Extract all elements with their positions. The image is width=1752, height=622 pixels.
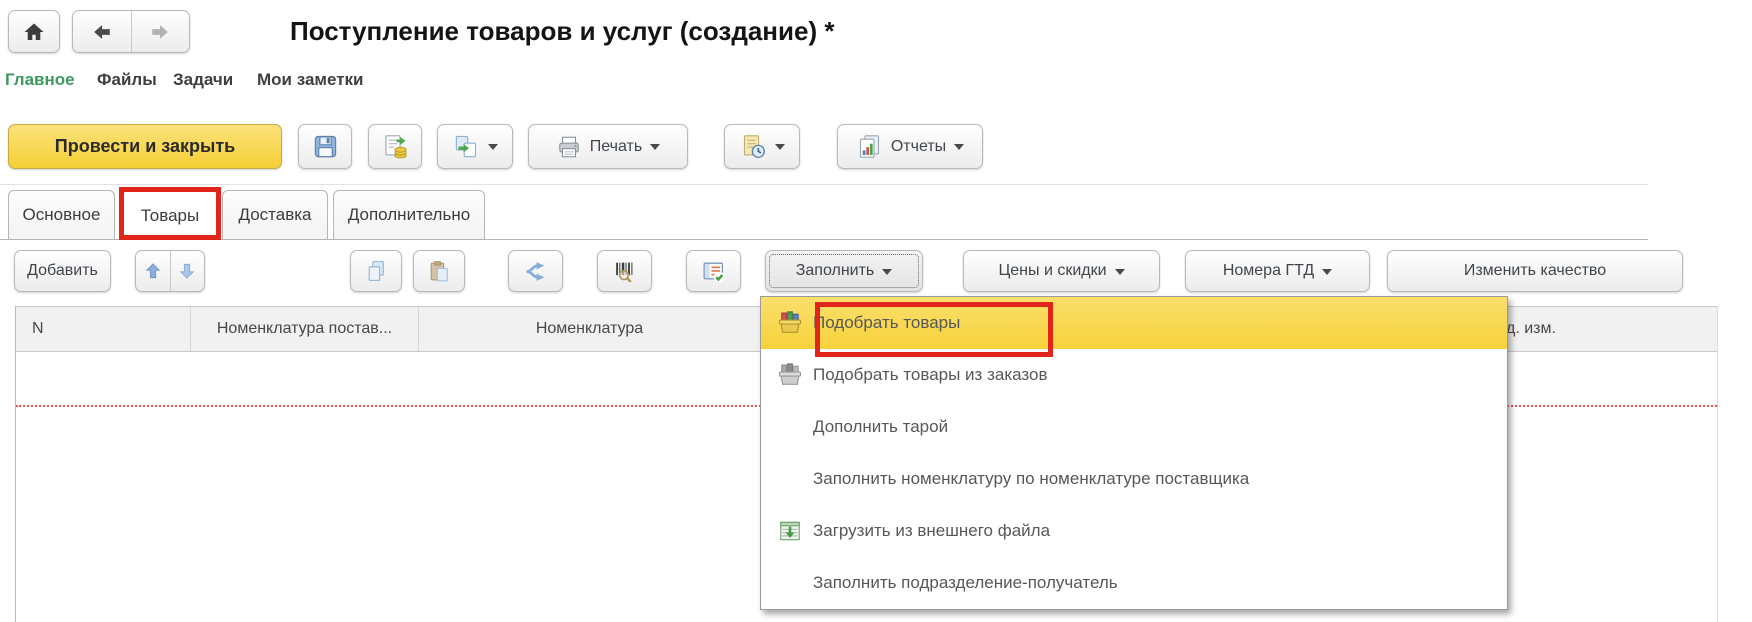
back-arrow-icon [91, 21, 113, 43]
post-and-close-label: Провести и закрыть [55, 136, 235, 157]
menu-item-zapolnit-nomenklaturu[interactable]: Заполнить номенклатуру по номенклатуре п… [761, 453, 1507, 505]
reports-button[interactable]: Отчеты [837, 124, 983, 169]
menu-item-label: Подобрать товары из заказов [813, 365, 1047, 385]
document-clock-icon [740, 133, 767, 160]
form-window: Поступление товаров и услуг (создание) *… [0, 0, 1752, 622]
add-row-label: Добавить [27, 262, 98, 280]
fill-menu-button[interactable]: Заполнить [765, 250, 923, 292]
section-item-glavnoe[interactable]: Главное [5, 70, 75, 90]
column-header-n[interactable]: N [16, 307, 191, 351]
menu-item-podobrat-tovary[interactable]: Подобрать товары [761, 297, 1507, 349]
prices-discounts-label: Цены и скидки [998, 262, 1106, 280]
column-label: N [32, 320, 44, 338]
gtd-numbers-label: Номера ГТД [1223, 262, 1314, 280]
section-item-zadachi[interactable]: Задачи [173, 70, 233, 90]
page-title: Поступление товаров и услуг (создание) * [290, 16, 834, 47]
tab-dostavka[interactable]: Доставка [222, 190, 328, 239]
table-check-icon [701, 259, 726, 284]
tab-label: Дополнительно [348, 205, 470, 225]
print-button[interactable]: Печать [528, 124, 688, 169]
tab-label: Основное [23, 205, 101, 225]
create-based-on-button[interactable] [437, 124, 513, 169]
forward-arrow-icon [149, 21, 171, 43]
change-quality-label: Изменить качество [1464, 262, 1606, 280]
add-row-button[interactable]: Добавить [14, 250, 111, 292]
copy-row-button[interactable] [350, 250, 402, 292]
gtd-numbers-button[interactable]: Номера ГТД [1185, 250, 1370, 292]
create-based-on-icon [453, 133, 480, 160]
fill-dropdown-menu: Подобрать товары Подобрать товары из зак… [760, 296, 1508, 610]
column-label: Номенклатура постав... [217, 320, 392, 338]
menu-item-label: Загрузить из внешнего файла [813, 521, 1050, 541]
empty-icon-slot [775, 568, 805, 598]
prices-discounts-button[interactable]: Цены и скидки [963, 250, 1160, 292]
save-icon [312, 133, 339, 160]
printer-icon [556, 134, 582, 160]
column-header-nomen-postav[interactable]: Номенклатура постав... [191, 307, 419, 351]
move-row-down-button[interactable] [171, 251, 205, 291]
chevron-down-icon [650, 144, 660, 155]
forward-button[interactable] [132, 11, 190, 52]
menu-item-label: Заполнить номенклатуру по номенклатуре п… [813, 469, 1249, 489]
tabstrip-baseline [0, 239, 1648, 240]
toolbar-separator [0, 184, 1648, 185]
post-document-button[interactable] [368, 124, 422, 169]
goods-box-color-icon [775, 308, 805, 338]
fill-table-button[interactable] [686, 250, 741, 292]
print-label: Печать [590, 138, 642, 156]
paste-row-button[interactable] [413, 250, 465, 292]
fill-menu-label: Заполнить [796, 262, 875, 280]
column-header-nomenklatura[interactable]: Номенклатура [419, 307, 761, 351]
tab-osnovnoe[interactable]: Основное [8, 190, 115, 239]
menu-item-zagruzit-iz-fayla[interactable]: Загрузить из внешнего файла [761, 505, 1507, 557]
split-arrows-icon [523, 259, 548, 284]
section-menu: Главное Файлы Задачи Мои заметки [0, 70, 1752, 96]
section-item-fayly[interactable]: Файлы [97, 70, 157, 90]
arrow-down-icon [177, 261, 197, 281]
barcode-scan-button[interactable] [597, 250, 652, 292]
tab-dopolnitelno[interactable]: Дополнительно [333, 190, 485, 239]
back-button[interactable] [73, 11, 131, 52]
menu-item-label: Подобрать товары [813, 313, 960, 333]
chevron-down-icon [488, 144, 498, 155]
change-quality-button[interactable]: Изменить качество [1387, 250, 1683, 292]
menu-item-podobrat-tovary-iz-zakazov[interactable]: Подобрать товары из заказов [761, 349, 1507, 401]
reports-label: Отчеты [891, 138, 946, 156]
document-schedule-button[interactable] [724, 124, 800, 169]
chevron-down-icon [954, 144, 964, 155]
save-button[interactable] [298, 124, 352, 169]
column-label: Номенклатура [536, 320, 643, 338]
tab-tovary[interactable]: Товары [122, 190, 218, 240]
post-document-icon [382, 133, 409, 160]
menu-item-label: Дополнить тарой [813, 417, 948, 437]
barcode-icon [612, 259, 637, 284]
section-item-moi-zametki[interactable]: Мои заметки [257, 70, 364, 90]
menu-item-zapolnit-podrazdelenie[interactable]: Заполнить подразделение-получатель [761, 557, 1507, 609]
chevron-down-icon [1115, 269, 1125, 280]
column-label: д. изм. [1506, 320, 1556, 338]
chevron-down-icon [882, 269, 892, 280]
column-header-ed-izm-partial[interactable]: д. изм. [1506, 307, 1626, 351]
tab-label: Доставка [238, 205, 311, 225]
reports-chart-icon [856, 133, 883, 160]
paste-icon [427, 259, 452, 284]
history-nav-group [72, 10, 190, 53]
split-row-button[interactable] [508, 250, 563, 292]
import-external-file-icon [775, 516, 805, 546]
move-row-group [135, 250, 205, 292]
home-button[interactable] [8, 10, 60, 53]
goods-box-gray-icon [775, 360, 805, 390]
move-row-up-button[interactable] [136, 251, 170, 291]
empty-icon-slot [775, 412, 805, 442]
menu-item-dopolnit-taroy[interactable]: Дополнить тарой [761, 401, 1507, 453]
post-and-close-button[interactable]: Провести и закрыть [8, 124, 282, 169]
empty-icon-slot [775, 464, 805, 494]
arrow-up-icon [143, 261, 163, 281]
chevron-down-icon [775, 144, 785, 155]
chevron-down-icon [1322, 269, 1332, 280]
menu-item-label: Заполнить подразделение-получатель [813, 573, 1118, 593]
home-icon [22, 20, 46, 44]
copy-icon [364, 259, 389, 284]
tab-label: Товары [141, 206, 199, 226]
